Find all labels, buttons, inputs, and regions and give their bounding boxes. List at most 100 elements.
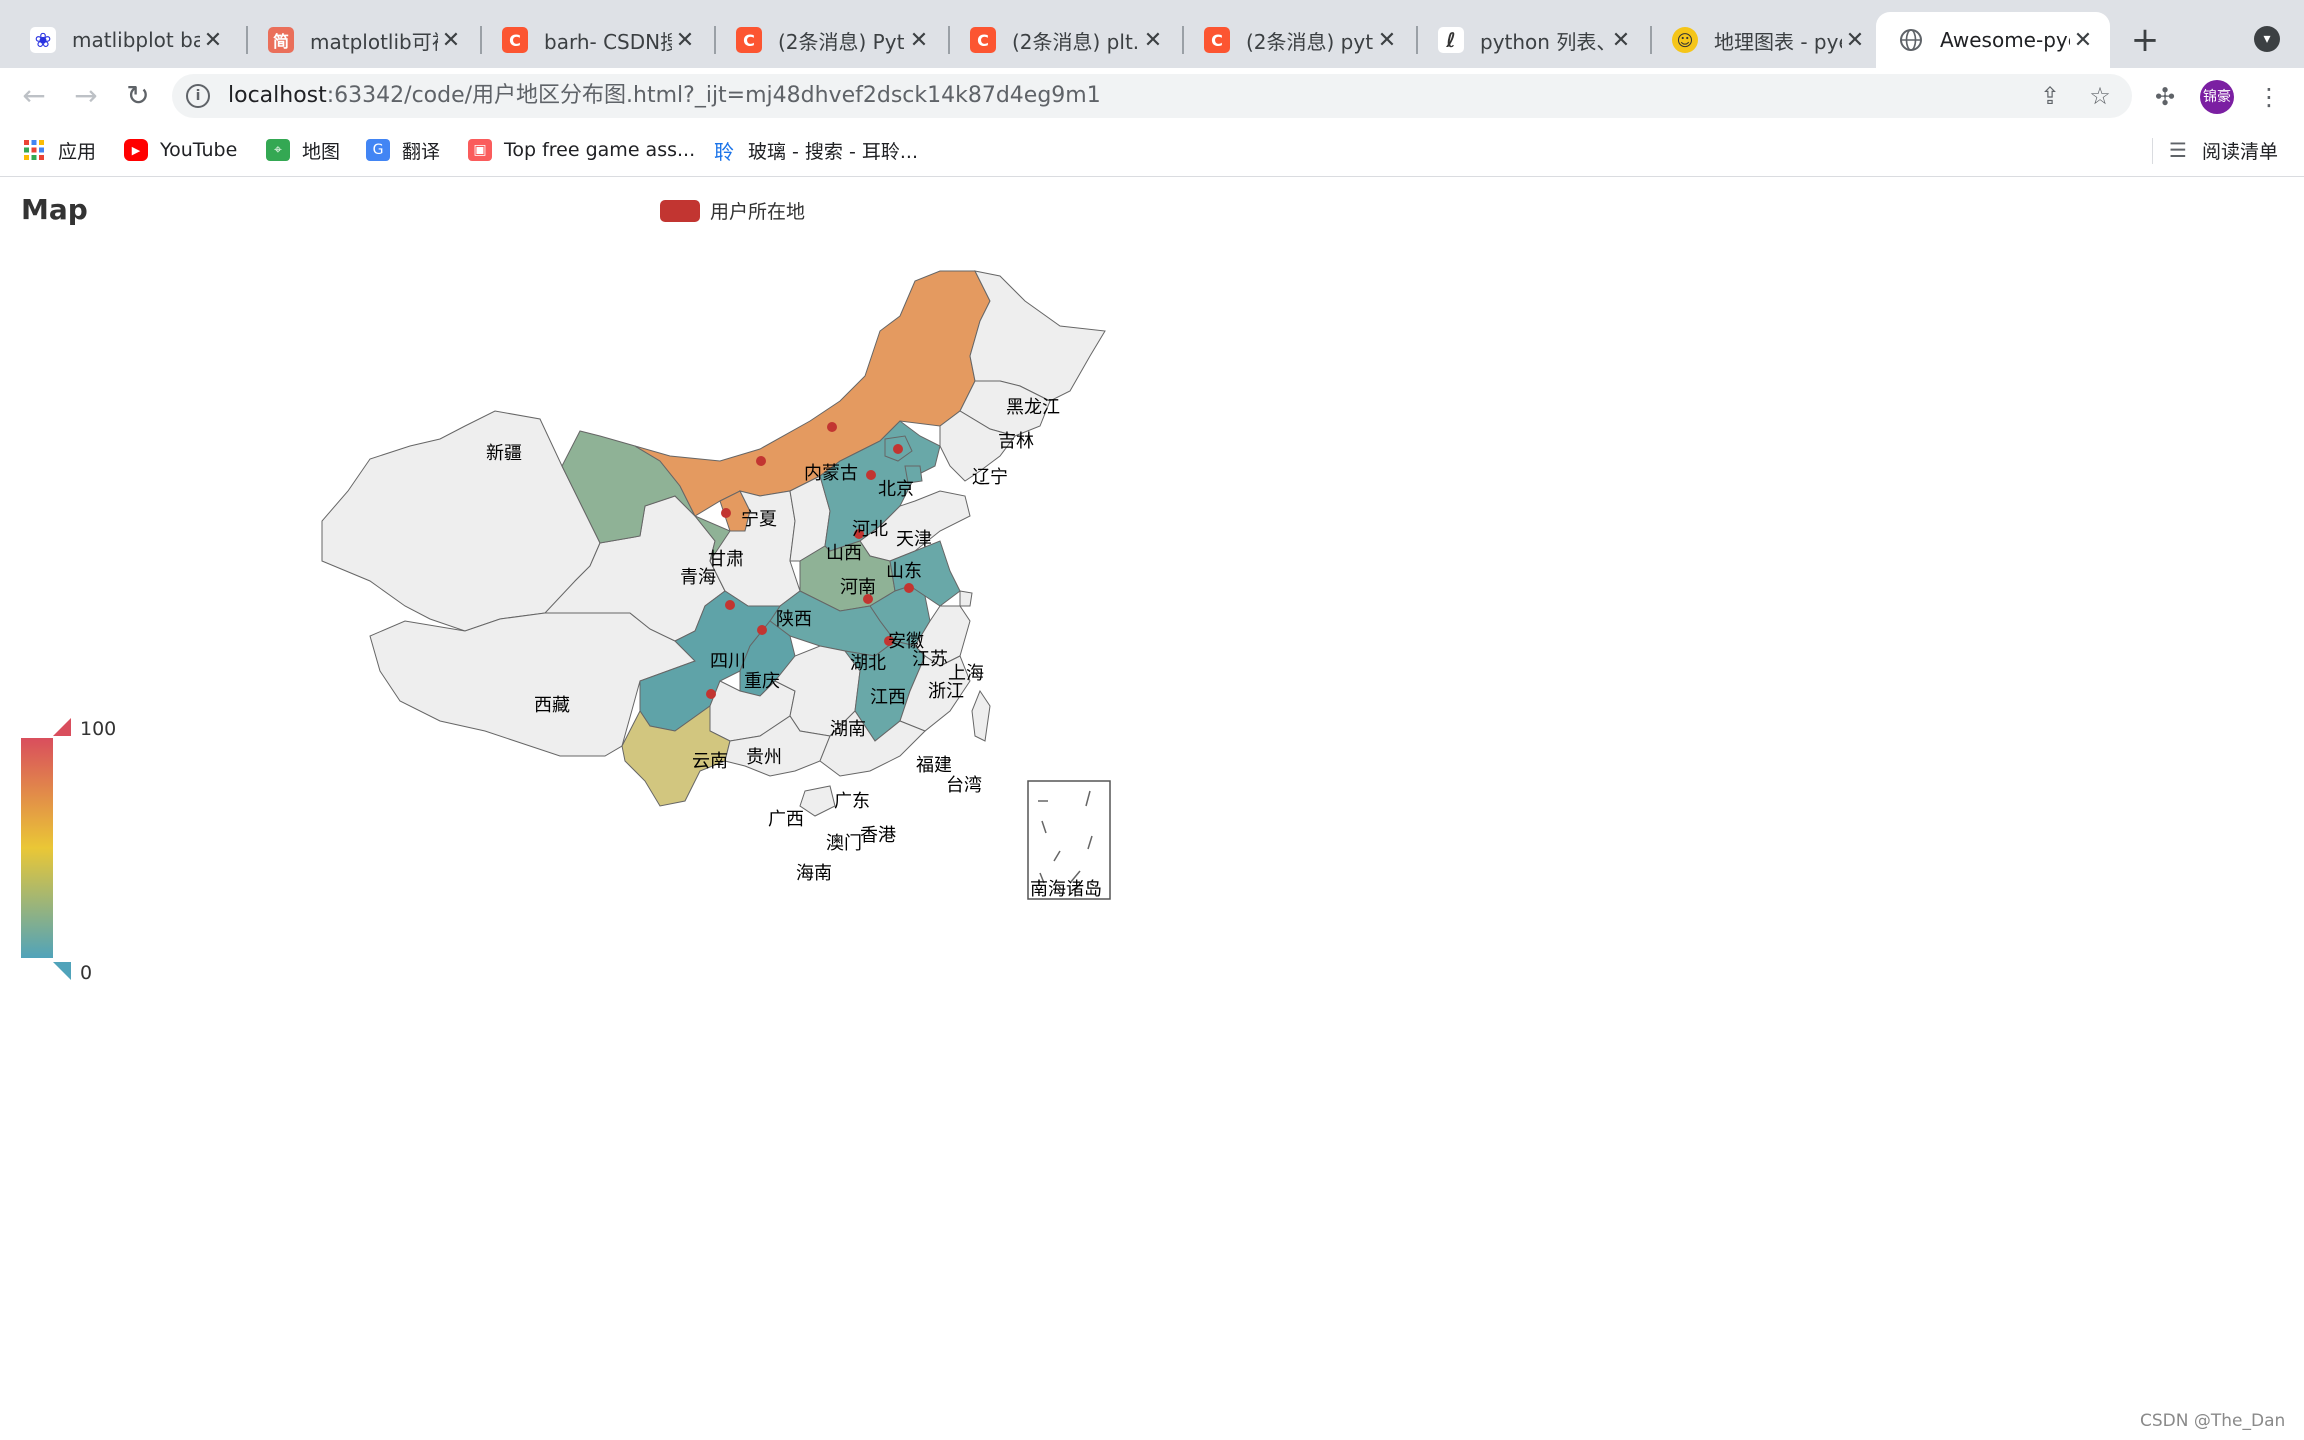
label-shaanxi: 陕西 (776, 609, 812, 630)
url-path: :63342/code/用户地区分布图.html?_ijt=mj48dhvef2… (326, 83, 1101, 108)
label-fujian: 福建 (916, 755, 952, 776)
tab-csdn-python-1[interactable]: C (2条消息) Pyth ✕ (714, 12, 946, 68)
label-guangdong: 广东 (834, 791, 870, 812)
label-sichuan: 四川 (710, 651, 746, 672)
marker-beijing[interactable] (893, 444, 903, 454)
tab-barh-csdn[interactable]: C barh- CSDN搜 ✕ (480, 12, 712, 68)
share-icon[interactable]: ⇪ (2036, 82, 2064, 110)
visual-map-upper-handle[interactable] (53, 718, 71, 736)
close-icon[interactable]: ✕ (1608, 28, 1634, 53)
profile-avatar[interactable]: 锦豪 (2200, 80, 2234, 114)
tab-csdn-plt[interactable]: C (2条消息) plt.s ✕ (948, 12, 1180, 68)
translate-icon: G (366, 139, 390, 161)
marker-jiangsu[interactable] (904, 583, 914, 593)
tab-matplotlib-visual[interactable]: 简 matplotlib可视 ✕ (246, 12, 478, 68)
label-hunan: 湖南 (830, 719, 866, 740)
bookmarks-divider (2152, 138, 2153, 164)
visual-map-max-label: 100 (80, 718, 117, 740)
close-icon[interactable]: ✕ (200, 28, 226, 53)
url-host: localhost (228, 83, 327, 108)
close-icon[interactable]: ✕ (672, 28, 698, 53)
label-ningxia: 宁夏 (741, 509, 777, 530)
forward-arrow-icon[interactable]: → (66, 76, 106, 116)
label-taiwan: 台湾 (946, 775, 982, 796)
label-liaoning: 辽宁 (972, 467, 1008, 488)
region-shanghai[interactable] (959, 590, 973, 607)
jianshu-icon: 简 (268, 27, 294, 53)
csdn-icon: C (970, 27, 996, 53)
label-zhejiang: 浙江 (928, 681, 964, 702)
legend-label: 用户所在地 (710, 201, 806, 223)
region-hainan[interactable] (799, 785, 836, 817)
apps-grid-icon (22, 139, 46, 161)
china-map[interactable]: 黑龙江 吉林 辽宁 内蒙古 北京 天津 河北 山西 山东 河南 宁夏 甘肃 青海… (300, 261, 1180, 1101)
label-qinghai: 青海 (680, 567, 716, 588)
marker-sichuan[interactable] (725, 600, 735, 610)
marker-hebei[interactable] (866, 470, 876, 480)
marker-gansu[interactable] (721, 508, 731, 518)
url-text[interactable]: localhost:63342/code/用户地区分布图.html?_ijt=m… (228, 74, 1101, 118)
label-aomen: 澳门 (826, 833, 862, 854)
site-info-icon[interactable]: i (186, 84, 210, 108)
youtube-icon: ▶ (124, 139, 148, 161)
bookmark-erling[interactable]: 聆 玻璃 - 搜索 - 耳聆... (712, 124, 918, 176)
visual-map-lower-handle[interactable] (53, 962, 71, 980)
label-tianjin: 天津 (896, 529, 932, 550)
region-taiwan[interactable] (971, 689, 991, 742)
label-beijing: 北京 (878, 479, 914, 500)
address-bar[interactable]: i localhost:63342/code/用户地区分布图.html?_ijt… (172, 74, 2132, 118)
marker-ningxia[interactable] (756, 456, 766, 466)
tab-strip: ❀ matlibplot bar ✕ 简 matplotlib可视 ✕ C ba… (0, 0, 2304, 68)
chart-legend[interactable]: 用户所在地 (660, 197, 805, 224)
label-hubei: 湖北 (850, 653, 886, 674)
marker-neimenggu[interactable] (827, 422, 837, 432)
label-guangxi: 广西 (768, 809, 804, 830)
bookmark-apps[interactable]: 应用 (22, 124, 96, 176)
close-icon[interactable]: ✕ (906, 28, 932, 53)
bookmark-maps[interactable]: ⌖ 地图 (266, 124, 340, 176)
bookmark-itch[interactable]: ▣ Top free game ass... (468, 124, 695, 176)
label-hebei: 河北 (852, 519, 888, 540)
label-heilongjiang: 黑龙江 (1006, 397, 1060, 418)
back-arrow-icon[interactable]: ← (14, 76, 54, 116)
tab-csdn-python-2[interactable]: C (2条消息) pyth ✕ (1182, 12, 1414, 68)
tab-matlibplot-bar[interactable]: ❀ matlibplot bar ✕ (8, 12, 240, 68)
close-icon[interactable]: ✕ (1842, 28, 1868, 53)
label-shandong: 山东 (886, 561, 922, 582)
visual-map-min-label: 0 (80, 962, 93, 984)
label-henan: 河南 (840, 577, 876, 598)
tab-pyecharts-geo[interactable]: ☺ 地理图表 - pye ✕ (1650, 12, 1882, 68)
csdn-icon: C (736, 27, 762, 53)
region-xinjiang[interactable] (321, 410, 601, 632)
bookmark-translate[interactable]: G 翻译 (366, 124, 440, 176)
label-xianggang: 香港 (860, 825, 896, 846)
csdn-icon: C (1204, 27, 1230, 53)
label-guizhou: 贵州 (746, 747, 782, 768)
bookmark-youtube[interactable]: ▶ YouTube (124, 124, 237, 176)
reading-list-button[interactable]: ☰ 阅读清单 (2166, 124, 2278, 176)
close-icon[interactable]: ✕ (2070, 28, 2096, 53)
bookmark-star-icon[interactable]: ☆ (2086, 82, 2114, 110)
reload-icon[interactable]: ↻ (118, 76, 158, 116)
bookmarks-bar: 应用 ▶ YouTube ⌖ 地图 G 翻译 ▣ Top free game a… (0, 124, 2304, 177)
label-chongqing: 重庆 (744, 671, 780, 692)
extensions-puzzle-icon[interactable]: ✣ (2150, 82, 2180, 112)
csdn-icon: C (502, 27, 528, 53)
visual-map-gradient-bar[interactable] (21, 738, 53, 958)
close-icon[interactable]: ✕ (438, 28, 464, 53)
google-maps-icon: ⌖ (266, 139, 290, 161)
kebab-menu-icon[interactable]: ⋮ (2254, 82, 2284, 112)
csdn-watermark: CSDN @The_Dan (2140, 1411, 2286, 1431)
marker-chongqing[interactable] (757, 625, 767, 635)
new-tab-plus-icon[interactable]: + (2128, 18, 2162, 62)
label-yunnan: 云南 (692, 751, 728, 772)
label-jiangxi: 江西 (870, 687, 906, 708)
marker-yunnan[interactable] (706, 689, 716, 699)
tab-python-list[interactable]: ℓ python 列表、 ✕ (1416, 12, 1648, 68)
itch-icon: ▣ (468, 139, 492, 161)
tab-search-chevron-icon[interactable]: ▾ (2254, 26, 2280, 52)
tab-awesome-pyecharts[interactable]: Awesome-pye ✕ (1876, 12, 2110, 68)
close-icon[interactable]: ✕ (1374, 28, 1400, 53)
close-icon[interactable]: ✕ (1140, 28, 1166, 53)
globe-icon (1898, 27, 1924, 53)
